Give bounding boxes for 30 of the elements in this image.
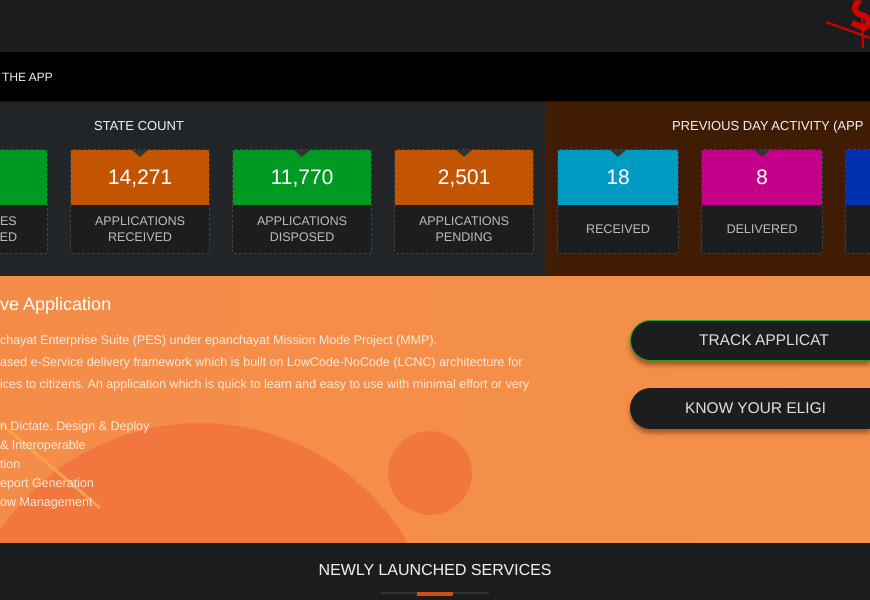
card-notch	[456, 150, 472, 157]
feature-item: & Interoperable	[0, 437, 86, 454]
feature-item: tion	[0, 456, 22, 473]
action-button[interactable]: TRACK APPLICAT	[630, 320, 870, 361]
stat-value: 18	[606, 166, 630, 190]
section-title: PREVIOUS DAY ACTIVITY (APP	[671, 118, 864, 133]
stat-value: 8	[756, 166, 768, 190]
card-notch	[294, 150, 310, 157]
section-heading: ve Application	[0, 294, 112, 315]
feature-item: eport Generation	[0, 475, 95, 492]
stat-label: RECEIVED	[586, 221, 650, 237]
stat-label: ES ED	[0, 213, 17, 245]
stat-label: APPLICATIONS DISPOSED	[256, 213, 348, 245]
card-notch	[132, 150, 148, 157]
stat-label: DELIVERED	[726, 221, 798, 237]
stat-label: APPLICATIONS RECEIVED	[94, 213, 186, 245]
description-paragraph: chayat Enterprise Suite (PES) under epanchayat Mission Mode Project (MMP). ased e-Service delivery framework which is built on LowCode-NoCode (LCNC) architecture for ices to citizens. An application which is quick to learn and easy to use with minimal effort or very	[0, 332, 530, 393]
stat-value: 14,271	[108, 166, 172, 190]
logo-icon	[824, 0, 870, 48]
section-title: STATE COUNT	[93, 118, 184, 133]
section-title: NEWLY LAUNCHED SERVICES	[318, 562, 552, 580]
action-button[interactable]: KNOW YOUR ELIGI	[630, 388, 870, 429]
card-notch	[754, 150, 770, 157]
stat-label: APPLICATIONS PENDING	[418, 213, 510, 245]
feature-item: ow Management	[0, 494, 94, 511]
card-notch	[610, 150, 626, 157]
feature-item: n Dictate. Design & Deploy	[0, 418, 150, 435]
nav-link[interactable]: THE APP	[2, 70, 53, 84]
stat-value: 11,770	[270, 166, 334, 190]
stat-value: 2,501	[438, 166, 490, 190]
